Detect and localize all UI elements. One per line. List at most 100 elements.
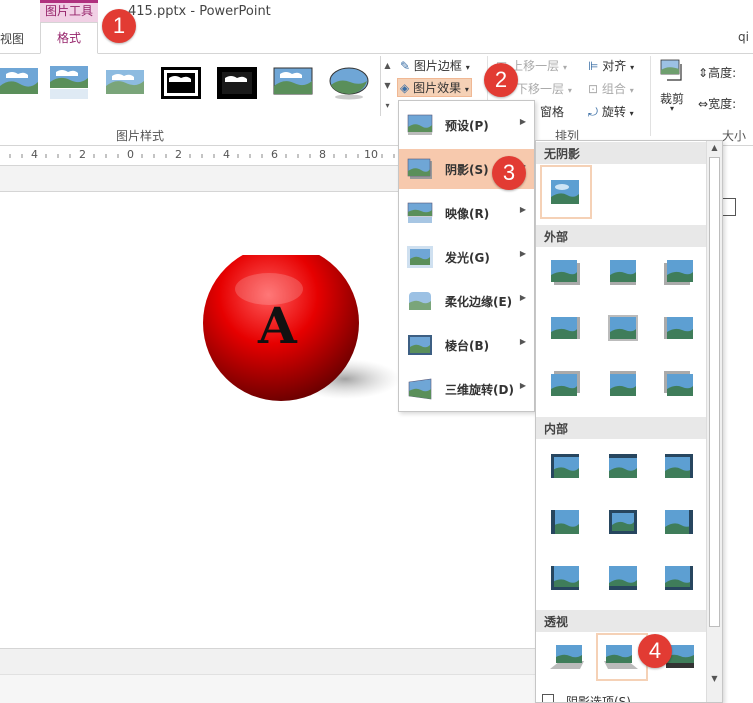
rotate-button[interactable]: ⤾ 旋转 ▾	[588, 103, 634, 120]
ruler-tick: 4	[31, 148, 38, 161]
picture-style-6[interactable]	[272, 66, 314, 100]
align-button[interactable]: ⊫ 对齐 ▾	[588, 57, 634, 74]
shadow-outer-option[interactable]	[664, 371, 694, 397]
submenu-arrow-icon: ▶	[519, 249, 526, 258]
shadow-inner-option[interactable]	[608, 509, 638, 535]
pencil-icon: ✎	[400, 59, 411, 73]
shadow-inner-option[interactable]	[608, 453, 638, 479]
shadow-inner-option[interactable]	[550, 565, 580, 591]
submenu-arrow-icon: ▶	[519, 337, 526, 346]
selection-pane-button[interactable]: 窗格	[540, 103, 564, 120]
shadow-inner-option[interactable]	[664, 565, 694, 591]
ruler-tick: 6	[271, 148, 278, 161]
slide-sphere-object[interactable]	[195, 255, 405, 415]
height-icon: ⇕	[698, 66, 709, 80]
picture-border-button[interactable]: ✎ 图片边框 ▾	[400, 57, 470, 74]
effects-icon: ◈	[400, 81, 410, 95]
gallery-down-icon[interactable]: ▼	[381, 76, 394, 96]
picture-style-5[interactable]	[216, 66, 258, 100]
submenu-arrow-icon: ▶	[519, 205, 526, 214]
shadow-outer-option[interactable]	[550, 315, 580, 341]
picture-effects-menu: 预设(P)▶ 阴影(S)▶ 映像(R)▶ 发光(G)▶ 柔化边缘(E)▶ 棱台(…	[398, 100, 535, 412]
status-area	[0, 674, 540, 703]
submenu-arrow-icon: ▶	[519, 293, 526, 302]
step-badge-2: 2	[484, 63, 518, 97]
menu-item-soft-edges[interactable]: 柔化边缘(E) ▶	[399, 281, 534, 321]
gallery-more-icon[interactable]: ▾	[381, 96, 394, 116]
window-title: 415.pptx - PowerPoint	[128, 4, 271, 19]
menu-item-preset[interactable]: 预设(P) ▶	[399, 105, 534, 145]
panel-scrollbar[interactable]: ▲ ▼	[706, 141, 722, 702]
width-field-label: ⇔宽度:	[698, 97, 737, 111]
section-no-shadow: 无阴影	[536, 142, 706, 164]
shadow-none-option[interactable]	[550, 179, 580, 205]
user-name[interactable]: qi	[738, 30, 749, 44]
menu-item-reflection[interactable]: 映像(R) ▶	[399, 193, 534, 233]
step-badge-4: 4	[638, 634, 672, 668]
ruler-tick: 4	[223, 148, 230, 161]
ruler-tick: 10	[364, 148, 378, 161]
gallery-scroll[interactable]: ▲ ▼ ▾	[380, 56, 394, 116]
shadow-inner-option[interactable]	[664, 453, 694, 479]
crop-dropdown-icon[interactable]: ▾	[670, 104, 674, 113]
shadow-outer-option[interactable]	[608, 259, 638, 285]
group-button[interactable]: ⊡ 组合 ▾	[588, 80, 634, 97]
ruler-tick: 2	[79, 148, 86, 161]
picture-style-1[interactable]	[0, 66, 42, 100]
shadow-inner-option[interactable]	[608, 565, 638, 591]
gallery-up-icon[interactable]: ▲	[381, 56, 394, 76]
side-pane-icon[interactable]	[722, 198, 736, 216]
shadow-outer-option[interactable]	[664, 315, 694, 341]
shadow-options-link[interactable]: 阴影选项(S)...	[566, 693, 642, 702]
ribbon-separator	[650, 56, 651, 136]
ruler-tick: 0	[127, 148, 134, 161]
reflection-icon	[407, 202, 433, 223]
shadow-inner-option[interactable]	[550, 453, 580, 479]
picture-style-7[interactable]	[328, 66, 370, 100]
rotate-icon: ⤾	[588, 105, 598, 119]
shadow-icon	[407, 158, 432, 179]
picture-style-4[interactable]	[160, 66, 202, 100]
shadow-perspective-option[interactable]	[604, 643, 638, 669]
tab-view[interactable]: 视图	[0, 30, 24, 47]
shadow-inner-option[interactable]	[550, 509, 580, 535]
menu-item-glow[interactable]: 发光(G) ▶	[399, 237, 534, 277]
picture-style-3[interactable]	[104, 66, 146, 100]
bevel-icon	[408, 335, 432, 355]
group-label-size: 大小	[722, 129, 747, 143]
shadow-perspective-option[interactable]	[550, 643, 584, 669]
soft-edges-icon	[409, 292, 431, 310]
context-tab-accent	[40, 0, 98, 3]
shadow-outer-option[interactable]	[608, 315, 638, 341]
scroll-thumb[interactable]	[709, 157, 720, 627]
send-backward-button[interactable]: 下移一层 ▾	[516, 80, 572, 97]
picture-style-2[interactable]	[48, 66, 90, 100]
submenu-arrow-icon: ▶	[519, 117, 526, 126]
step-badge-3: 3	[492, 156, 526, 190]
section-inner: 内部	[536, 417, 706, 439]
ruler-tick: 8	[319, 148, 326, 161]
ruler-tick: 2	[175, 148, 182, 161]
picture-effects-button[interactable]: ◈ 图片效果 ▾	[397, 78, 472, 97]
notes-divider	[0, 648, 540, 674]
tab-format[interactable]: 格式	[40, 22, 98, 54]
crop-icon[interactable]	[659, 58, 689, 86]
shadow-gallery-panel: 无阴影 外部 内部 透视 阴影选项(S)... ▲ ▼	[535, 140, 723, 703]
section-outer: 外部	[536, 225, 706, 247]
shadow-outer-option[interactable]	[664, 259, 694, 285]
submenu-arrow-icon: ▶	[519, 381, 526, 390]
shadow-outer-option[interactable]	[550, 259, 580, 285]
3d-rotation-icon	[408, 378, 432, 400]
shadow-options-checkbox[interactable]	[542, 694, 554, 702]
scroll-down-icon[interactable]: ▼	[707, 672, 722, 686]
shadow-outer-option[interactable]	[608, 371, 638, 397]
menu-item-3d-rotation[interactable]: 三维旋转(D) ▶	[399, 369, 534, 409]
scroll-up-icon[interactable]: ▲	[707, 141, 722, 155]
glow-icon	[407, 246, 433, 268]
group-icon: ⊡	[588, 82, 599, 96]
align-icon: ⊫	[588, 59, 599, 73]
shadow-outer-option[interactable]	[550, 371, 580, 397]
menu-item-bevel[interactable]: 棱台(B) ▶	[399, 325, 534, 365]
width-icon: ⇔	[698, 97, 709, 111]
shadow-inner-option[interactable]	[664, 509, 694, 535]
